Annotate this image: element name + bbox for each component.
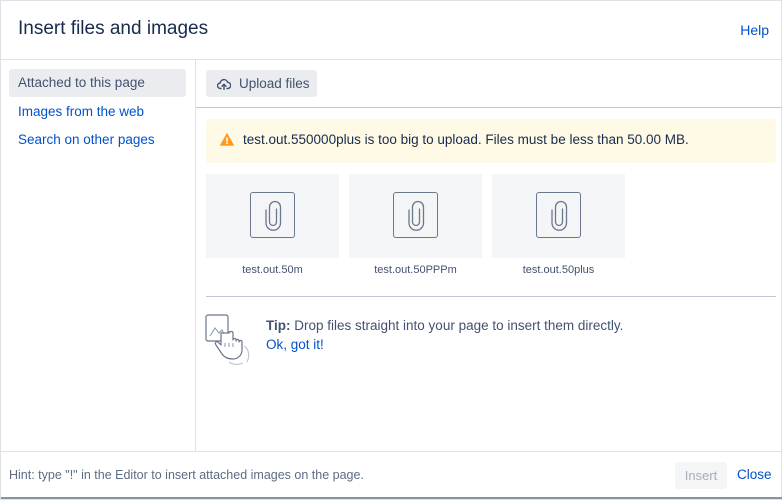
- sidebar-item-images-web[interactable]: Images from the web: [9, 98, 186, 126]
- upload-toolbar: Upload files: [196, 60, 782, 108]
- sidebar: Attached to this page Images from the we…: [1, 60, 196, 451]
- file-tile[interactable]: test.out.50PPPm: [349, 174, 482, 276]
- dialog-header: Insert files and images Help: [1, 1, 782, 60]
- file-name: test.out.50plus: [522, 264, 595, 276]
- upload-files-label: Upload files: [239, 76, 310, 91]
- file-tile[interactable]: test.out.50m: [206, 174, 339, 276]
- dialog-title: Insert files and images: [18, 18, 209, 39]
- file-tile[interactable]: test.out.50plus: [492, 174, 625, 276]
- cloud-upload-icon: [217, 78, 231, 90]
- tip-dismiss-link[interactable]: Ok, got it!: [266, 337, 324, 352]
- help-link[interactable]: Help: [740, 22, 769, 38]
- main-panel: Upload files test.out.550000plus is too …: [196, 60, 782, 451]
- tip-text: Tip: Drop files straight into your page …: [266, 318, 623, 333]
- sidebar-item-attached[interactable]: Attached to this page: [9, 69, 186, 97]
- file-thumbnail[interactable]: [349, 174, 482, 258]
- tip-message: Drop files straight into your page to in…: [290, 318, 624, 333]
- warning-text: test.out.550000plus is too big to upload…: [243, 132, 689, 147]
- paperclip-icon: [536, 192, 581, 238]
- paperclip-icon: [393, 192, 438, 238]
- file-name: test.out.50m: [242, 264, 303, 276]
- paperclip-icon: [250, 192, 295, 238]
- insert-button[interactable]: Insert: [675, 462, 727, 489]
- dialog-footer: Hint: type "!" in the Editor to insert a…: [1, 451, 782, 499]
- insert-files-dialog: Insert files and images Help Attached to…: [0, 0, 782, 500]
- tip-label: Tip:: [266, 318, 291, 333]
- warning-icon: [220, 133, 234, 146]
- bottom-edge: [1, 497, 782, 499]
- drag-hand-icon: [205, 314, 250, 365]
- file-name: test.out.50PPPm: [374, 264, 457, 276]
- sidebar-item-search-pages[interactable]: Search on other pages: [9, 126, 186, 154]
- footer-hint: Hint: type "!" in the Editor to insert a…: [9, 468, 364, 482]
- file-thumbnail[interactable]: [492, 174, 625, 258]
- file-thumbnail[interactable]: [206, 174, 339, 258]
- warning-banner: test.out.550000plus is too big to upload…: [206, 119, 776, 163]
- close-button[interactable]: Close: [737, 467, 772, 482]
- divider: [206, 296, 776, 297]
- upload-files-button[interactable]: Upload files: [206, 70, 317, 97]
